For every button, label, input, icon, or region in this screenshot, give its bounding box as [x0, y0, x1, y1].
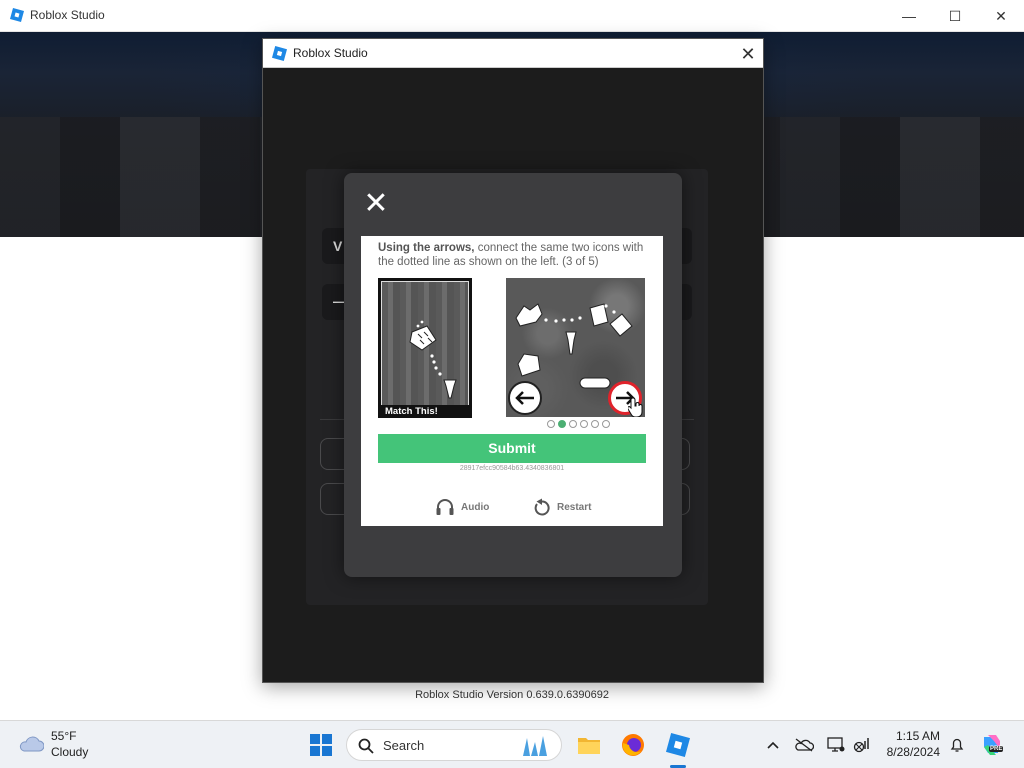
roblox-studio-logo-icon — [272, 46, 287, 61]
bell-icon — [950, 738, 964, 752]
windows-logo-icon — [310, 734, 332, 756]
weather-temperature[interactable]: 55°F — [51, 729, 76, 743]
session-id: 28917efcc90584b63.4340836801 — [459, 465, 565, 472]
progress-dot — [569, 420, 577, 428]
progress-dot — [547, 420, 555, 428]
close-window-button[interactable]: ✕ — [978, 0, 1024, 32]
restart-label: Restart — [557, 501, 592, 513]
audio-button[interactable]: Audio — [435, 498, 489, 516]
network-volume-button[interactable] — [852, 735, 872, 755]
folder-icon — [578, 738, 600, 754]
minimize-button[interactable]: — — [886, 0, 932, 32]
captcha-card: Using the arrows, connect the same two i… — [361, 236, 663, 526]
taskbar-search[interactable]: Search — [346, 729, 562, 761]
submit-button[interactable]: Submit — [378, 434, 646, 463]
progress-dot — [580, 420, 588, 428]
clock-time[interactable]: 1:15 AM — [880, 729, 940, 743]
target-image: Match This! — [378, 278, 472, 418]
maximize-button[interactable]: ☐ — [932, 0, 978, 32]
cloud-icon[interactable] — [18, 734, 44, 752]
previous-arrow-button[interactable] — [508, 381, 542, 415]
roblox-studio-logo-icon — [666, 733, 690, 757]
captcha-close-button[interactable]: ✕ — [362, 189, 390, 219]
search-highlight-icon — [523, 736, 547, 756]
restart-icon — [534, 498, 550, 516]
login-dialog: Roblox Studio ✕ V — ✕ Using the arrows, … — [262, 38, 764, 683]
target-picture — [381, 281, 469, 407]
copilot-pre-badge: PRE — [989, 746, 1004, 752]
display-button[interactable] — [826, 735, 846, 755]
weather-condition[interactable]: Cloudy — [51, 745, 88, 759]
target-icons — [409, 320, 457, 399]
version-text: Roblox Studio Version 0.639.0.6390692 — [415, 689, 609, 701]
copilot-icon — [984, 735, 1000, 755]
restart-button[interactable]: Restart — [533, 498, 591, 516]
dialog-title: Roblox Studio — [293, 46, 368, 60]
show-hidden-icons-button[interactable] — [763, 735, 783, 755]
start-button[interactable] — [307, 731, 335, 759]
firefox-icon — [622, 734, 644, 756]
search-placeholder: Search — [383, 738, 425, 753]
taskbar: 55°F Cloudy Search 1:15 AM 8/28/2024 PRE — [0, 720, 1024, 768]
dialog-close-button[interactable]: ✕ — [737, 43, 759, 65]
choice-image — [506, 278, 645, 417]
chevron-up-icon — [767, 741, 779, 749]
app-title: Roblox Studio — [30, 8, 105, 22]
match-this-label: Match This! — [381, 405, 469, 418]
file-explorer-button[interactable] — [575, 731, 603, 759]
field-letter: V — [333, 238, 343, 254]
firefox-button[interactable] — [619, 731, 647, 759]
progress-dot — [591, 420, 599, 428]
audio-label: Audio — [461, 501, 490, 513]
monitor-icon — [827, 737, 845, 752]
progress-dots — [547, 420, 610, 428]
captcha-instruction: Using the arrows, connect the same two i… — [378, 241, 648, 269]
dialog-titlebar: Roblox Studio ✕ — [263, 39, 763, 68]
roblox-studio-logo-icon — [10, 8, 24, 22]
arrow-left-icon — [515, 391, 534, 405]
app-titlebar: Roblox Studio — ☐ ✕ — [0, 0, 1024, 32]
clock-date[interactable]: 8/28/2024 — [870, 745, 940, 759]
notifications-button[interactable] — [947, 735, 967, 755]
captcha-modal: ✕ Using the arrows, connect the same two… — [344, 173, 682, 577]
onedrive-button[interactable] — [794, 735, 814, 755]
progress-dot-current — [558, 420, 566, 428]
headphones-icon — [436, 499, 454, 515]
hand-cursor-icon — [628, 397, 643, 417]
network-icon — [853, 738, 869, 753]
cloud-offline-icon — [795, 738, 814, 752]
roblox-studio-taskbar-button[interactable] — [664, 731, 692, 759]
search-icon — [358, 738, 374, 754]
progress-dot — [602, 420, 610, 428]
copilot-button[interactable]: PRE — [978, 731, 1006, 759]
instruction-bold: Using the arrows, — [378, 242, 475, 254]
